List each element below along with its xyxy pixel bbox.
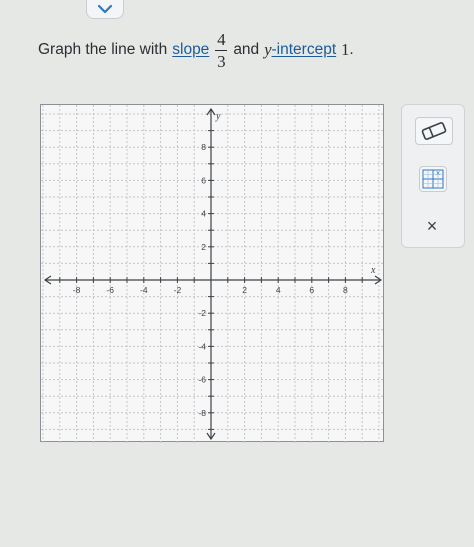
line-tool-button[interactable]: ×	[419, 166, 447, 192]
x-tick-label: -8	[73, 285, 81, 295]
and-text: and	[233, 41, 260, 58]
x-tick-label: 4	[276, 285, 281, 295]
x-tick-label: -2	[174, 285, 182, 295]
x-axis-label: x	[370, 265, 376, 276]
fraction-bar	[215, 49, 228, 51]
graph-line-tool-icon: ×	[422, 169, 444, 189]
period: .	[349, 41, 354, 58]
coordinate-graph[interactable]: -8 -6 -4 -2 2 4 6 8 8 6 4 2 -2 -4 -6 -8 x y	[40, 104, 385, 443]
close-icon: ×	[426, 215, 438, 236]
x-tick-label: -6	[106, 285, 114, 295]
slope-link[interactable]: slope	[172, 41, 209, 59]
close-button[interactable]: ×	[418, 214, 446, 238]
eraser-button[interactable]	[415, 117, 453, 145]
intercept-value: 1	[341, 40, 350, 59]
svg-text:×: ×	[435, 170, 440, 177]
y-axis-label: y	[215, 111, 221, 122]
y-tick-label: 8	[201, 142, 206, 152]
x-tick-label: 2	[242, 285, 247, 295]
intercept-link[interactable]: -intercept	[272, 41, 337, 59]
question-prefix: Graph the line with	[38, 41, 168, 58]
collapse-tab[interactable]	[86, 0, 124, 19]
y-tick-label: -2	[198, 308, 206, 318]
chevron-down-icon	[97, 4, 113, 14]
x-tick-label: -4	[140, 285, 148, 295]
x-tick-label: 8	[343, 285, 348, 295]
y-tick-label: -4	[198, 341, 206, 351]
question-text: Graph the line with slope 4 3 and y -int…	[38, 30, 354, 70]
slope-numerator: 4	[217, 29, 226, 49]
slope-denominator: 3	[217, 51, 226, 71]
intercept-variable: y	[264, 40, 272, 59]
slope-fraction: 4 3	[215, 29, 228, 71]
graph-canvas[interactable]: -8 -6 -4 -2 2 4 6 8 8 6 4 2 -2 -4 -6 -8 x y	[41, 105, 385, 443]
y-tick-label: 4	[201, 209, 206, 219]
y-tick-label: 6	[201, 175, 206, 185]
eraser-icon	[421, 122, 447, 140]
y-tick-label: -8	[198, 408, 206, 418]
y-tick-label: 2	[201, 242, 206, 252]
x-tick-label: 6	[309, 285, 314, 295]
y-tick-label: -6	[198, 375, 206, 385]
